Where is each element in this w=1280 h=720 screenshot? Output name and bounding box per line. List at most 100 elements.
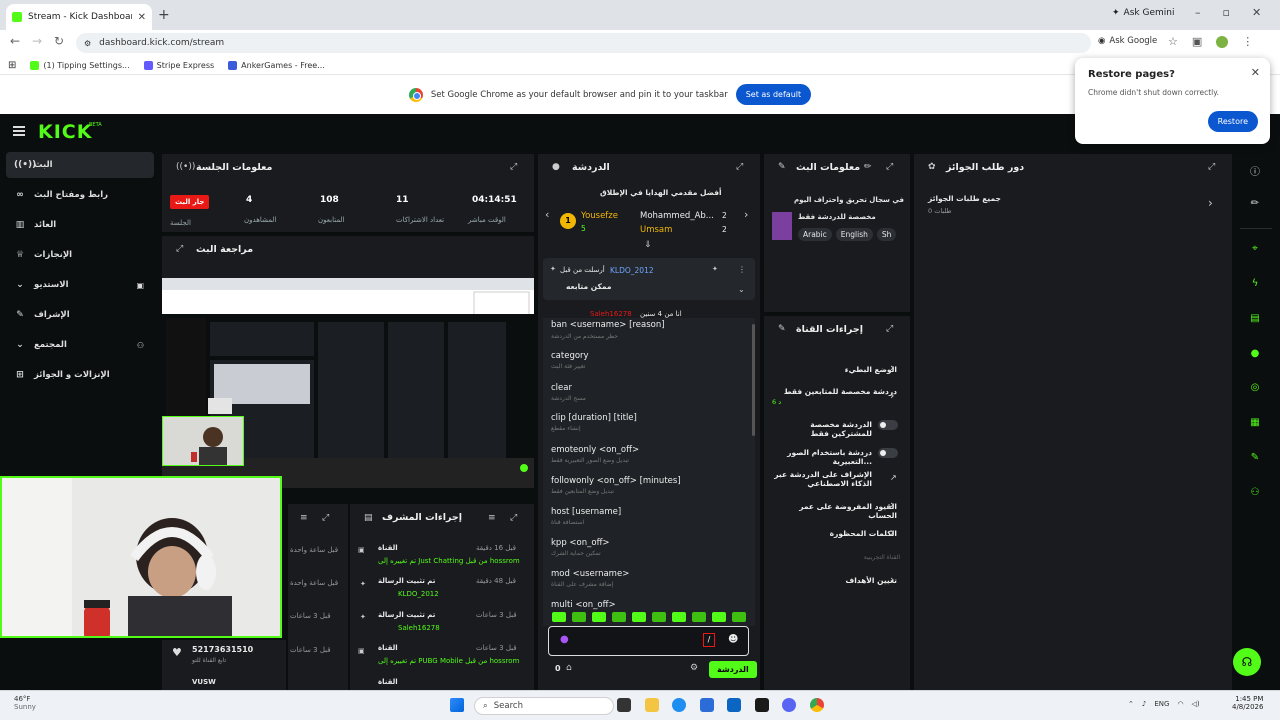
- bookmark-stripe[interactable]: Stripe Express: [143, 60, 214, 70]
- bookmark-star-icon[interactable]: ☆: [1168, 35, 1178, 48]
- tag[interactable]: Sh: [876, 228, 897, 241]
- obs-icon[interactable]: [755, 698, 769, 712]
- channel-action-label[interactable]: الإشراف على الدردشة عبر الذكاء الاصطناعي: [772, 470, 872, 488]
- unpin-icon[interactable]: ✦: [712, 265, 718, 273]
- site-info-icon[interactable]: ⚙: [84, 39, 91, 48]
- profile-avatar[interactable]: [1216, 35, 1229, 48]
- task-view-icon[interactable]: [617, 698, 631, 712]
- outlook-icon[interactable]: [727, 698, 741, 712]
- sidebar-item-moderation[interactable]: ✎ الإشراف: [6, 302, 154, 328]
- chevron-down-icon[interactable]: ⌄: [738, 285, 745, 294]
- community-icon[interactable]: ⚇: [1248, 487, 1262, 501]
- sidebar-item-drops[interactable]: ⊞ الإنزالات و الجوائز: [6, 362, 154, 388]
- chat-icon[interactable]: ●: [1248, 348, 1262, 362]
- sidebar-item-revenue[interactable]: ▥ العائد: [6, 212, 154, 238]
- command-item[interactable]: clear: [551, 383, 572, 393]
- sidebar-item-stream[interactable]: ((•)) البث: [6, 152, 154, 178]
- lightning-icon[interactable]: ϟ: [1248, 278, 1262, 292]
- pinned-user[interactable]: KLDO_2012: [610, 266, 654, 275]
- maximize-icon[interactable]: ▫: [1223, 6, 1230, 19]
- filter-icon[interactable]: ≡: [300, 513, 308, 523]
- mic-icon[interactable]: ●: [560, 634, 569, 645]
- command-item[interactable]: multi <on_off>: [551, 600, 616, 610]
- target-icon[interactable]: ⌖: [1248, 243, 1262, 257]
- more-icon[interactable]: ⋮: [738, 265, 746, 274]
- restore-button[interactable]: Restore: [1207, 111, 1258, 132]
- bookmark-anker[interactable]: AnkerGames - Free...: [228, 60, 325, 70]
- emote-icon[interactable]: [552, 612, 566, 622]
- command-item[interactable]: category: [551, 351, 589, 361]
- forward-icon[interactable]: →: [32, 34, 42, 48]
- expand-icon[interactable]: ⤢: [886, 162, 893, 172]
- channel-action-label[interactable]: الوضع البطيء: [772, 365, 897, 374]
- command-item[interactable]: followonly <on_off> [minutes]: [551, 476, 681, 486]
- chevron-right-icon[interactable]: ›: [890, 361, 894, 374]
- emote-only-toggle[interactable]: [878, 448, 898, 458]
- filter-icon[interactable]: ≡: [488, 513, 496, 523]
- subs-only-toggle[interactable]: [878, 420, 898, 430]
- gifter-name[interactable]: Mohammed_Ab...: [640, 211, 714, 221]
- emote-icon[interactable]: [592, 612, 606, 622]
- chevron-right-icon[interactable]: ›: [890, 498, 894, 511]
- sidebar-item-community[interactable]: ⌄ المجتمع ⚇: [6, 332, 154, 358]
- chevron-right-icon[interactable]: ›: [890, 573, 894, 586]
- emote-icon[interactable]: [652, 612, 666, 622]
- sidebar-item-stream-key[interactable]: ∞ رابط ومفتاح البث: [6, 182, 154, 208]
- edit-icon[interactable]: ✏: [1248, 198, 1262, 212]
- command-item[interactable]: host [username]: [551, 507, 621, 517]
- chat-msg-user[interactable]: Saleh16278: [590, 310, 632, 318]
- language-indicator[interactable]: ENG: [1154, 700, 1169, 708]
- store-app-icon[interactable]: [700, 698, 714, 712]
- tag[interactable]: Arabic: [798, 228, 832, 241]
- emote-icon[interactable]: [632, 612, 646, 622]
- wifi-icon[interactable]: ◠: [1177, 700, 1183, 708]
- back-icon[interactable]: ←: [10, 34, 20, 48]
- collapse-icon[interactable]: ⇓: [644, 240, 652, 250]
- discord-icon[interactable]: [782, 698, 796, 712]
- sidebar-item-studio[interactable]: ⌄ الاستديو ▣: [6, 272, 154, 298]
- kick-logo[interactable]: KICK: [38, 121, 92, 143]
- taskbar-search[interactable]: ⌕ Search: [474, 697, 614, 715]
- ask-gemini-button[interactable]: ✦ Ask Gemini: [1112, 8, 1174, 18]
- bookmark-tipping[interactable]: (1) Tipping Settings...: [30, 60, 130, 70]
- info-icon[interactable]: ⓘ: [1248, 163, 1262, 178]
- chevron-right-icon[interactable]: ›: [744, 208, 748, 221]
- broadcast-icon[interactable]: ◎: [1248, 382, 1262, 396]
- send-chat-button[interactable]: الدردشة: [709, 661, 757, 678]
- emote-icon[interactable]: [692, 612, 706, 622]
- close-icon[interactable]: ✕: [1251, 66, 1260, 79]
- chevron-right-icon[interactable]: ›: [1208, 196, 1213, 210]
- chevron-left-icon[interactable]: ‹: [545, 208, 549, 221]
- emote-icon[interactable]: [732, 612, 746, 622]
- emote-icon[interactable]: [572, 612, 586, 622]
- command-item[interactable]: clip [duration] [title]: [551, 413, 637, 423]
- channel-action-label[interactable]: القيود المفروضة على عمر الحساب: [772, 502, 897, 520]
- expand-icon[interactable]: ⤢: [1208, 162, 1215, 172]
- reload-icon[interactable]: ↻: [54, 34, 64, 48]
- gifter-name[interactable]: Yousefze: [581, 211, 618, 221]
- emote-icon[interactable]: [672, 612, 686, 622]
- expand-icon[interactable]: ⤢: [322, 513, 329, 523]
- wrench-icon[interactable]: ✎: [1248, 452, 1262, 466]
- command-item[interactable]: emoteonly <on_off>: [551, 445, 639, 455]
- ask-google-button[interactable]: ◉ Ask Google: [1098, 36, 1157, 46]
- taskbar-clock[interactable]: 1:45 PM 4/8/2026: [1232, 695, 1263, 711]
- layout-icon[interactable]: ▦: [1248, 417, 1262, 431]
- sidebar-item-achievements[interactable]: ♕ الإنجازات: [6, 242, 154, 268]
- expand-icon[interactable]: ⤢: [736, 162, 743, 172]
- gifter-name[interactable]: Umsam: [640, 225, 672, 235]
- store-icon[interactable]: ⌂: [566, 663, 572, 673]
- address-bar[interactable]: ⚙ dashboard.kick.com/stream: [76, 33, 1091, 53]
- set-default-button[interactable]: Set as default: [735, 84, 812, 105]
- mic-icon[interactable]: ♪: [1142, 700, 1146, 708]
- external-link-icon[interactable]: ↗: [890, 473, 897, 482]
- expand-icon[interactable]: ⤢: [510, 513, 517, 523]
- channel-action-label[interactable]: تعيين الأهداف: [772, 576, 897, 585]
- notes-icon[interactable]: ▤: [1248, 313, 1262, 327]
- command-item[interactable]: mod <username>: [551, 569, 629, 579]
- emoji-icon[interactable]: ☻: [728, 634, 738, 645]
- edge-icon[interactable]: [672, 698, 686, 712]
- all-prize-requests[interactable]: جميع طلبات الجوائز: [928, 194, 1001, 203]
- chrome-icon[interactable]: [810, 698, 824, 712]
- new-tab-button[interactable]: +: [158, 7, 170, 23]
